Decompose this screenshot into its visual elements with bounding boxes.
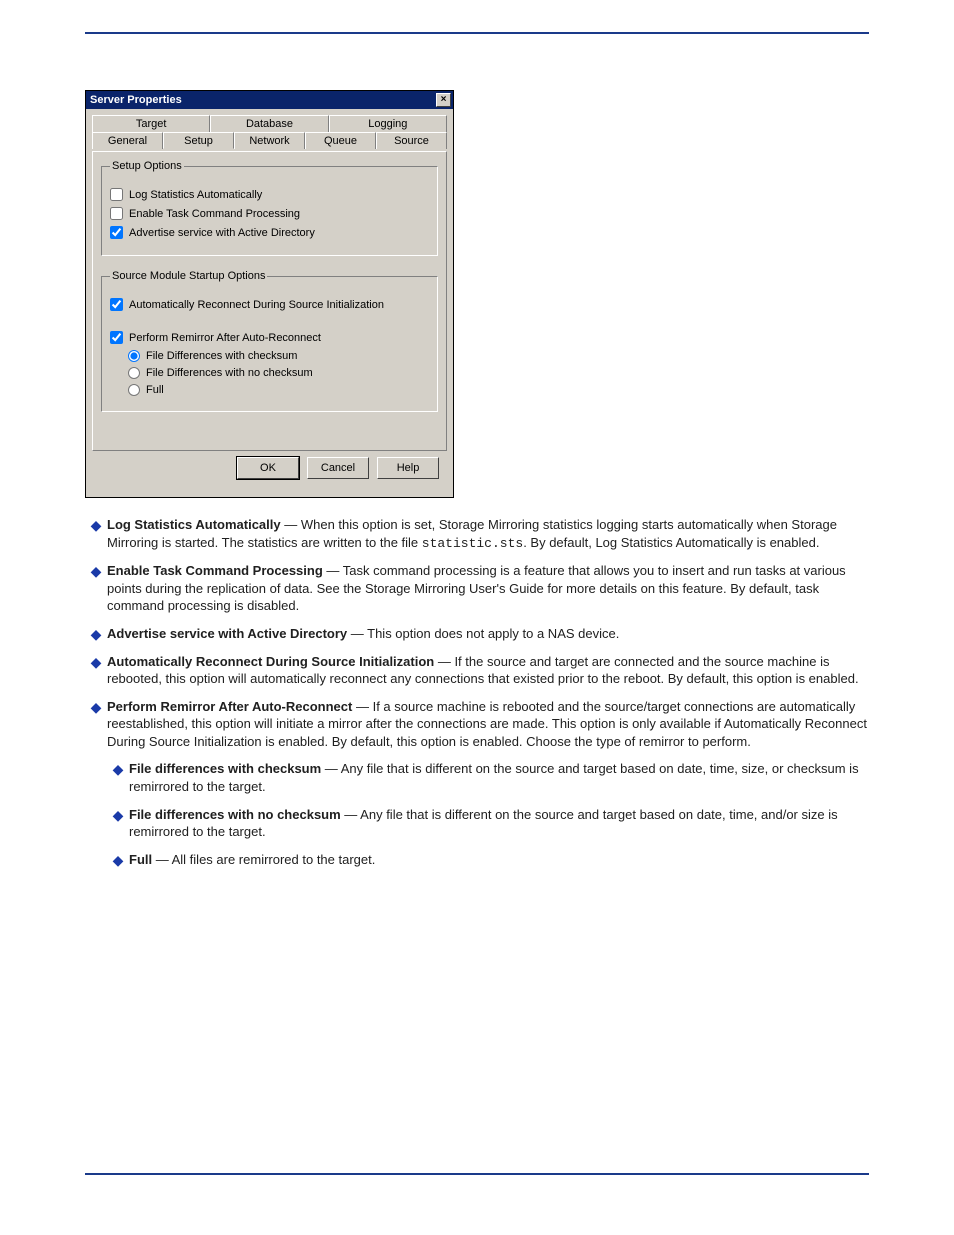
- close-button[interactable]: ×: [436, 93, 451, 107]
- radio-full-label: Full: [146, 384, 164, 396]
- tab-rows: Target Database Logging General Setup Ne…: [92, 115, 447, 149]
- tab-body: Setup Options Log Statistics Automatical…: [92, 151, 447, 451]
- radio-full[interactable]: Full: [128, 384, 429, 396]
- radio-full-input[interactable]: [128, 384, 140, 396]
- b1-lead: Log Statistics Automatically: [107, 517, 281, 532]
- chk-advertise-ad-input[interactable]: [110, 226, 123, 239]
- b3-rest: — This option does not apply to a NAS de…: [347, 626, 619, 641]
- setup-options-legend: Setup Options: [110, 160, 184, 172]
- chk-log-stats[interactable]: Log Statistics Automatically: [110, 188, 429, 201]
- tab-network[interactable]: Network: [234, 132, 305, 149]
- chk-task-cmd[interactable]: Enable Task Command Processing: [110, 207, 429, 220]
- titlebar: Server Properties ×: [86, 91, 453, 109]
- top-rule: [85, 32, 869, 34]
- remirror-radio-group: File Differences with checksum File Diff…: [128, 350, 429, 396]
- radio-diff-checksum[interactable]: File Differences with checksum: [128, 350, 429, 362]
- bullet-task-cmd: ◆ Enable Task Command Processing — Task …: [85, 562, 869, 615]
- tab-target[interactable]: Target: [92, 115, 210, 132]
- chk-remirror-label: Perform Remirror After Auto-Reconnect: [129, 332, 321, 344]
- diamond-icon: ◆: [107, 851, 129, 869]
- diamond-icon: ◆: [85, 625, 107, 643]
- diamond-icon: ◆: [85, 653, 107, 671]
- radio-diff-checksum-input[interactable]: [128, 350, 140, 362]
- chk-advertise-ad[interactable]: Advertise service with Active Directory: [110, 226, 429, 239]
- tab-general[interactable]: General: [92, 132, 163, 149]
- diamond-icon: ◆: [107, 806, 129, 824]
- sub-bullets: ◆ File differences with checksum — Any f…: [107, 760, 869, 868]
- tab-row-back: Target Database Logging: [92, 115, 447, 132]
- bullet-advertise: ◆ Advertise service with Active Director…: [85, 625, 869, 643]
- s3-lead: Full: [129, 852, 152, 867]
- cancel-button[interactable]: Cancel: [307, 457, 369, 479]
- s2-lead: File differences with no checksum: [129, 807, 341, 822]
- radio-diff-no-checksum-input[interactable]: [128, 367, 140, 379]
- sub-bullet-checksum: ◆ File differences with checksum — Any f…: [107, 760, 869, 795]
- chk-auto-reconnect[interactable]: Automatically Reconnect During Source In…: [110, 298, 429, 311]
- chk-auto-reconnect-input[interactable]: [110, 298, 123, 311]
- dialog-buttons: OK Cancel Help: [92, 451, 447, 487]
- b3-lead: Advertise service with Active Directory: [107, 626, 347, 641]
- chk-log-stats-label: Log Statistics Automatically: [129, 189, 262, 201]
- diamond-icon: ◆: [85, 516, 107, 534]
- dialog-title: Server Properties: [90, 94, 182, 106]
- setup-options-group: Setup Options Log Statistics Automatical…: [101, 160, 438, 256]
- bullet-remirror: ◆ Perform Remirror After Auto-Reconnect …: [85, 698, 869, 751]
- doc-body: ◆ Log Statistics Automatically — When th…: [85, 516, 869, 869]
- diamond-icon: ◆: [85, 698, 107, 716]
- tab-source[interactable]: Source: [376, 132, 447, 149]
- s3-rest: — All files are remirrored to the target…: [152, 852, 375, 867]
- bullet-log-stats: ◆ Log Statistics Automatically — When th…: [85, 516, 869, 552]
- chk-remirror-input[interactable]: [110, 331, 123, 344]
- tab-row-front: General Setup Network Queue Source: [92, 132, 447, 149]
- chk-advertise-ad-label: Advertise service with Active Directory: [129, 227, 315, 239]
- bottom-rule: [85, 1173, 869, 1175]
- chk-auto-reconnect-label: Automatically Reconnect During Source In…: [129, 299, 384, 311]
- sub-bullet-no-checksum: ◆ File differences with no checksum — An…: [107, 806, 869, 841]
- tab-logging[interactable]: Logging: [329, 115, 447, 132]
- bullet-auto-reconnect: ◆ Automatically Reconnect During Source …: [85, 653, 869, 688]
- radio-diff-no-checksum-label: File Differences with no checksum: [146, 367, 313, 379]
- chk-log-stats-input[interactable]: [110, 188, 123, 201]
- b4-lead: Automatically Reconnect During Source In…: [107, 654, 434, 669]
- chk-task-cmd-label: Enable Task Command Processing: [129, 208, 300, 220]
- b1-code: statistic.sts: [422, 536, 523, 551]
- source-startup-legend: Source Module Startup Options: [110, 270, 267, 282]
- tab-setup[interactable]: Setup: [163, 132, 234, 149]
- sub-bullet-full: ◆ Full — All files are remirrored to the…: [107, 851, 869, 869]
- diamond-icon: ◆: [85, 562, 107, 580]
- tab-database[interactable]: Database: [210, 115, 328, 132]
- help-button[interactable]: Help: [377, 457, 439, 479]
- b5-lead: Perform Remirror After Auto-Reconnect: [107, 699, 352, 714]
- ok-button[interactable]: OK: [237, 457, 299, 479]
- diamond-icon: ◆: [107, 760, 129, 778]
- radio-diff-no-checksum[interactable]: File Differences with no checksum: [128, 367, 429, 379]
- chk-remirror[interactable]: Perform Remirror After Auto-Reconnect: [110, 331, 429, 344]
- source-startup-group: Source Module Startup Options Automatica…: [101, 270, 438, 412]
- server-properties-dialog: Server Properties × Target Database Logg…: [85, 90, 454, 498]
- radio-diff-checksum-label: File Differences with checksum: [146, 350, 297, 362]
- chk-task-cmd-input[interactable]: [110, 207, 123, 220]
- tabs-area: Target Database Logging General Setup Ne…: [86, 109, 453, 497]
- b1-rest2: . By default, Log Statistics Automatical…: [523, 535, 819, 550]
- b2-lead: Enable Task Command Processing: [107, 563, 323, 578]
- tab-queue[interactable]: Queue: [305, 132, 376, 149]
- s1-lead: File differences with checksum: [129, 761, 321, 776]
